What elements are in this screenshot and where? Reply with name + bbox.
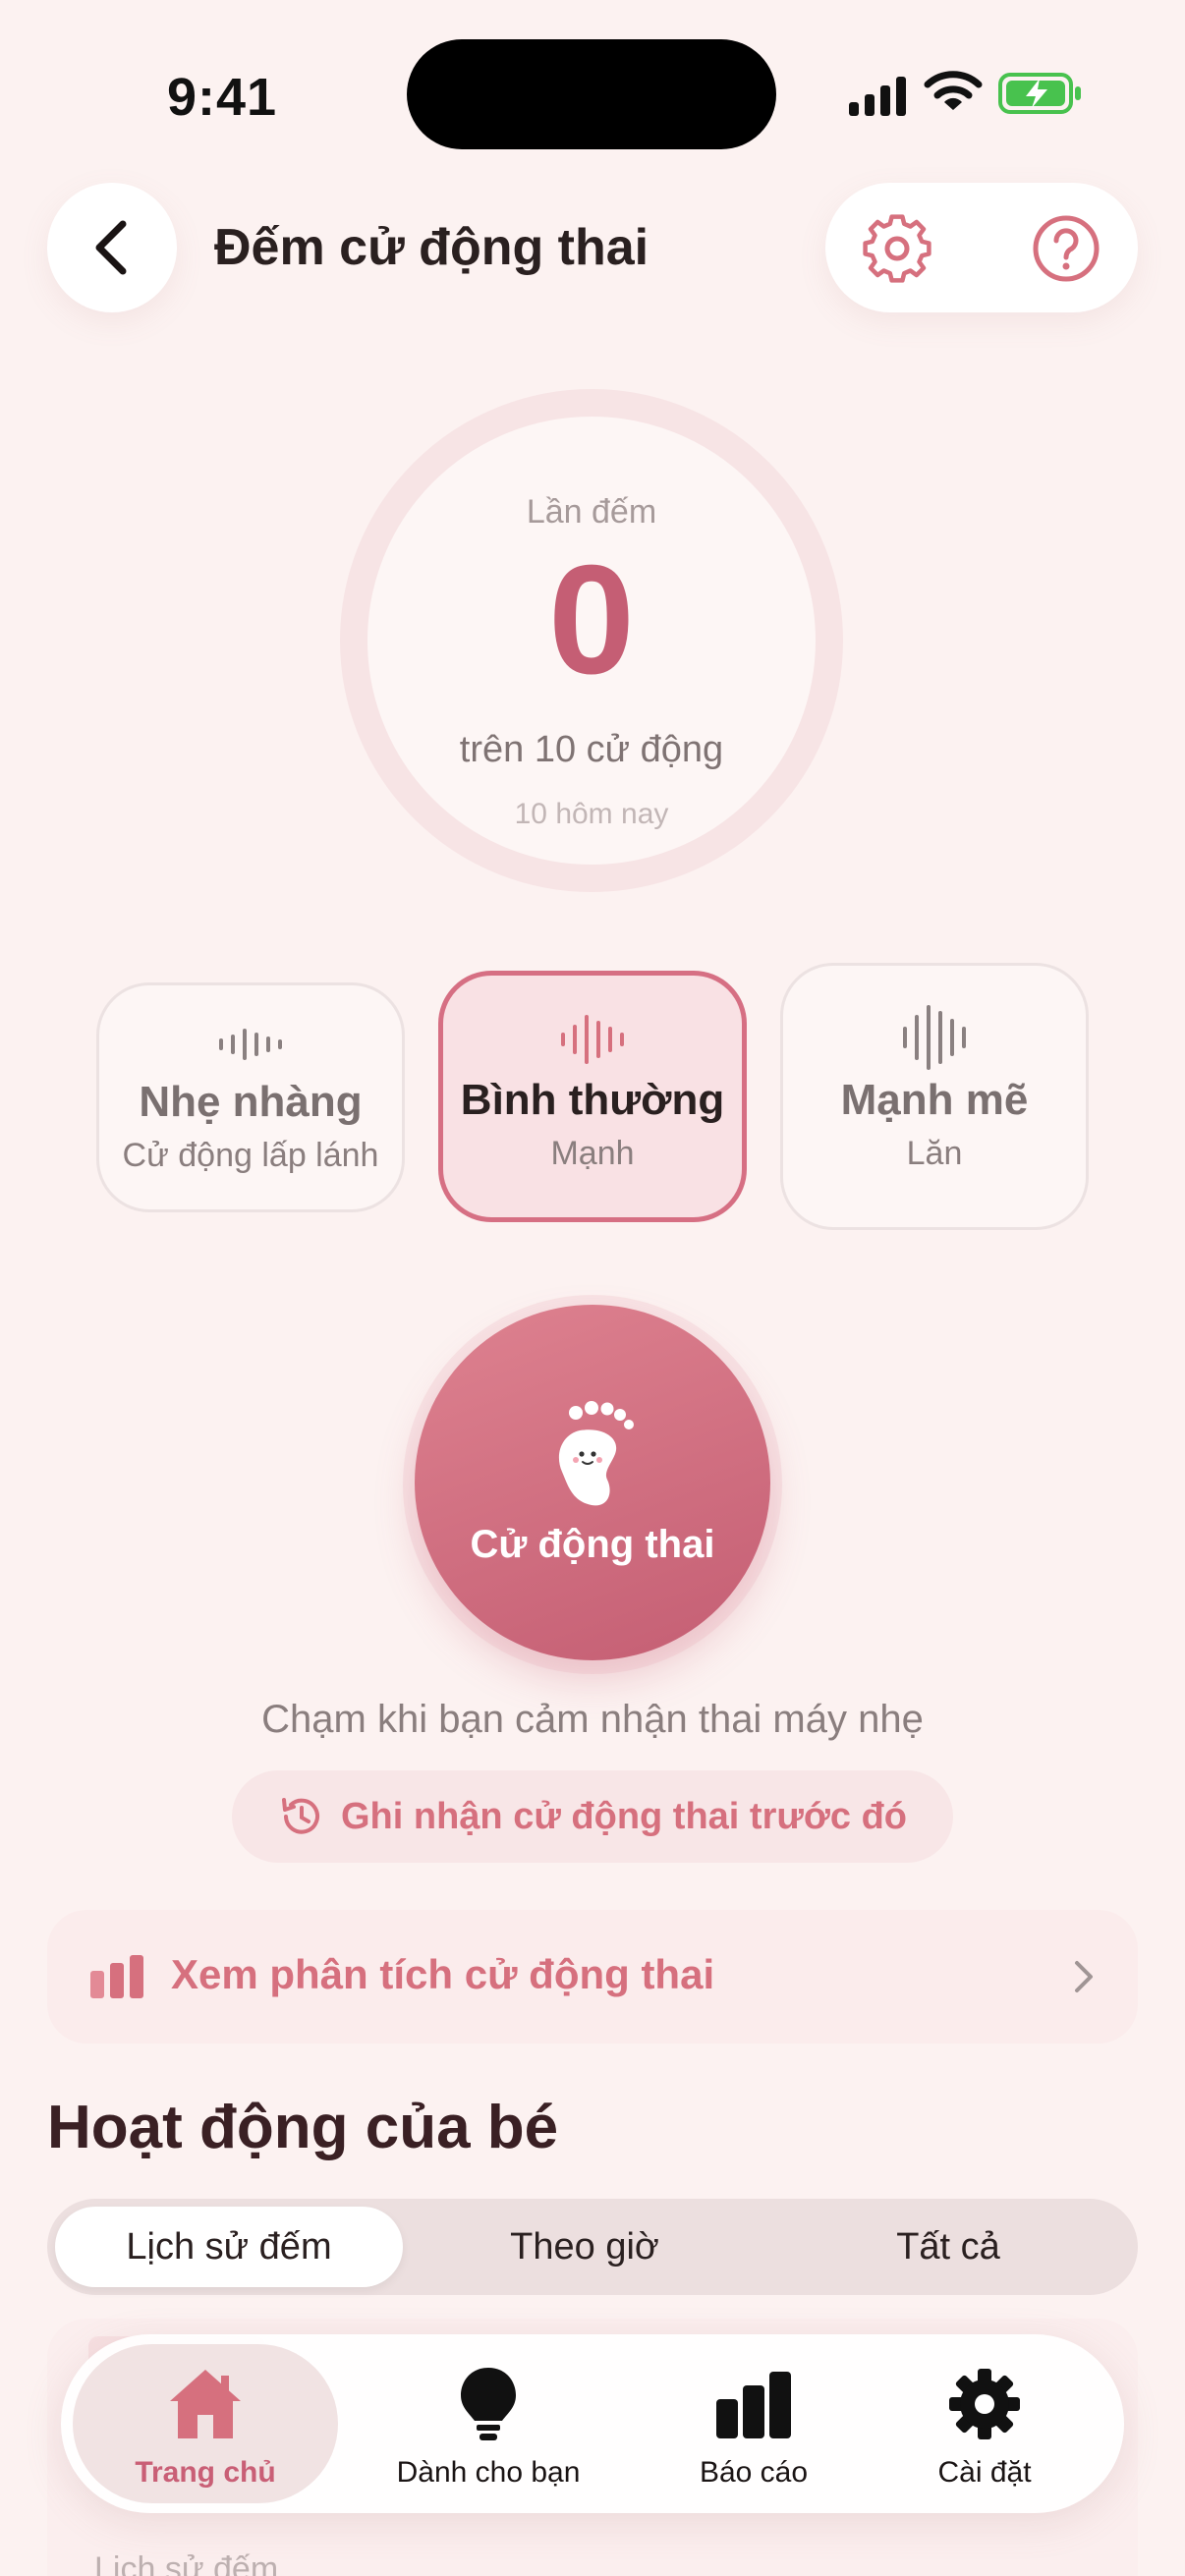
baby-foot-icon (558, 1401, 634, 1506)
tab-report[interactable]: Báo cáo (621, 2344, 886, 2503)
strength-option-light[interactable]: Nhẹ nhàng Cử động lấp lánh (96, 982, 405, 1212)
strength-option-subtitle: Cử động lấp lánh (122, 1137, 379, 1174)
strength-option-title: Nhẹ nhàng (139, 1078, 363, 1126)
bar-chart-icon (90, 1955, 143, 1998)
tab-settings[interactable]: Cài đặt (857, 2344, 1112, 2503)
kick-counter-ring: Lần đếm 0 trên 10 cử động 10 hôm nay (340, 389, 843, 892)
strength-option-title: Bình thường (460, 1076, 725, 1124)
tab-report-label: Báo cáo (699, 2456, 809, 2489)
bar-chart-icon (716, 2372, 791, 2438)
tab-for-you-label: Dành cho bạn (396, 2456, 581, 2489)
strength-option-strong[interactable]: Mạnh mẽ Lăn (780, 963, 1089, 1230)
soundwave-icon (219, 1029, 282, 1060)
view-analysis-label: Xem phân tích cử động thai (171, 1951, 715, 1997)
strength-option-subtitle: Mạnh (550, 1135, 635, 1172)
wifi-icon (924, 71, 983, 110)
back-button[interactable] (47, 183, 177, 312)
strength-option-normal[interactable]: Bình thường Mạnh (438, 971, 747, 1222)
counter-today: 10 hôm nay (514, 798, 669, 830)
soundwave-icon (561, 1015, 624, 1064)
activity-segmented-control: Lịch sử đếm Theo giờ Tất cả (47, 2199, 1138, 2295)
page-title: Đếm cử động thai (214, 219, 649, 276)
strength-option-subtitle: Lăn (906, 1135, 963, 1172)
status-time: 9:41 (167, 68, 278, 127)
view-analysis-row[interactable]: Xem phân tích cử động thai (47, 1910, 1138, 2044)
tab-all[interactable]: Tất cả (766, 2207, 1130, 2287)
tab-for-you[interactable]: Dành cho bạn (356, 2344, 621, 2503)
dynamic-island (407, 39, 776, 149)
strength-option-title: Mạnh mẽ (840, 1076, 1029, 1124)
lightbulb-icon (461, 2368, 516, 2440)
cellular-signal-icon (849, 77, 906, 116)
help-question-icon[interactable] (1030, 212, 1102, 285)
chevron-left-icon (95, 220, 127, 275)
tab-home[interactable]: Trang chủ (73, 2344, 338, 2503)
history-clock-icon (281, 1798, 319, 1834)
gear-icon (949, 2369, 1020, 2439)
counter-label: Lần đếm (526, 493, 657, 531)
tab-home-label: Trang chủ (135, 2456, 276, 2489)
tab-count-history[interactable]: Lịch sử đếm (55, 2207, 403, 2287)
kick-count-button[interactable]: Cử động thai (415, 1305, 770, 1660)
tab-settings-label: Cài đặt (937, 2456, 1032, 2489)
record-previous-kick-button[interactable]: Ghi nhận cử động thai trước đó (232, 1770, 953, 1863)
tap-hint: Chạm khi bạn cảm nhận thai máy nhẹ (261, 1698, 924, 1741)
bottom-tab-bar: Trang chủ Dành cho bạn Báo cáo Cài đặt (61, 2334, 1124, 2513)
home-icon (170, 2370, 241, 2438)
record-previous-label: Ghi nhận cử động thai trước đó (340, 1795, 908, 1837)
soundwave-icon (903, 1005, 966, 1070)
counter-value: 0 (548, 533, 635, 706)
kick-button-label: Cử động thai (470, 1523, 715, 1566)
activity-section-title: Hoạt động của bé (47, 2094, 559, 2161)
battery-charging-icon (998, 73, 1081, 114)
settings-gear-icon[interactable] (861, 212, 933, 285)
header-actions (825, 183, 1138, 312)
chevron-right-icon (1075, 1961, 1093, 1992)
counter-target: trên 10 cử động (459, 729, 724, 770)
tab-by-hour[interactable]: Theo giờ (403, 2207, 766, 2287)
list-peek-label: Lịch sử đếm (94, 2550, 279, 2576)
